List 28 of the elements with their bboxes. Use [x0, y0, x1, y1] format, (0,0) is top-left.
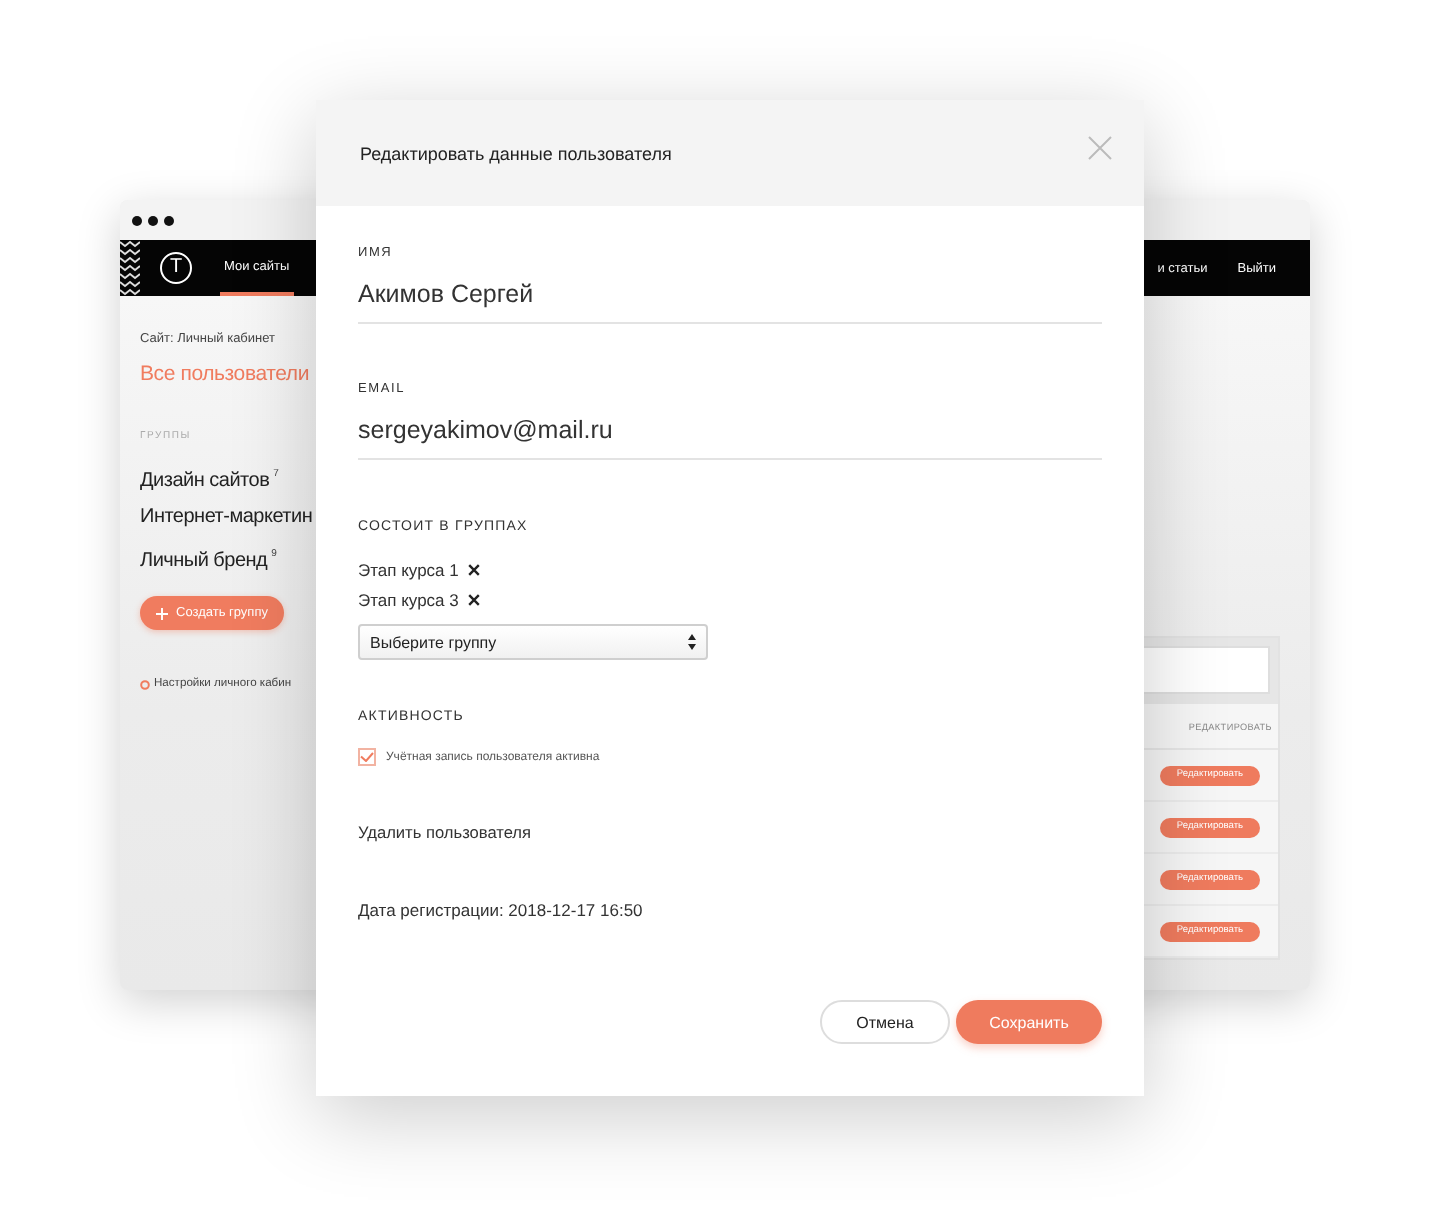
- select-arrows-icon: [688, 634, 696, 650]
- text-field[interactable]: sergeyakimov@mail.ru: [358, 414, 1102, 460]
- group-name: Этап курса 1: [358, 559, 459, 579]
- check-icon: [360, 752, 374, 762]
- group-link[interactable]: Личный бренд $^{9}$: [140, 536, 277, 580]
- zigzag-icon: [120, 240, 140, 296]
- group-count: 7: [273, 468, 279, 480]
- registration-date: Дата регистрации: 2018-12-17 16:50: [358, 900, 643, 920]
- cancel-button[interactable]: Отмена: [820, 1000, 950, 1044]
- checkbox[interactable]: [358, 748, 376, 766]
- remove-icon: [468, 593, 481, 605]
- window-control-dot-icon: [148, 215, 158, 225]
- delete-user-link[interactable]: Удалить пользователя: [358, 822, 532, 842]
- group-link[interactable]: Дизайн сайтов $^{7}$: [140, 456, 279, 500]
- close-icon[interactable]: [1088, 135, 1112, 159]
- group-link[interactable]: Интернет-маркетин: [140, 500, 313, 536]
- window-control-dot-icon: [132, 215, 142, 225]
- logo[interactable]: T: [160, 252, 192, 284]
- text-field[interactable]: Акимов Сергей: [358, 278, 1102, 324]
- ring-icon: [140, 679, 150, 689]
- plus-icon: [156, 607, 168, 619]
- group-name: Этап курса 3: [358, 589, 459, 609]
- modal-title: Редактировать данные пользователя: [360, 143, 672, 163]
- search-field[interactable]: [1142, 646, 1270, 694]
- group-count: 9: [271, 548, 277, 560]
- window-control-dot-icon: [164, 215, 174, 225]
- remove-icon: [468, 563, 481, 575]
- group-select[interactable]: Выберите группу: [358, 624, 708, 660]
